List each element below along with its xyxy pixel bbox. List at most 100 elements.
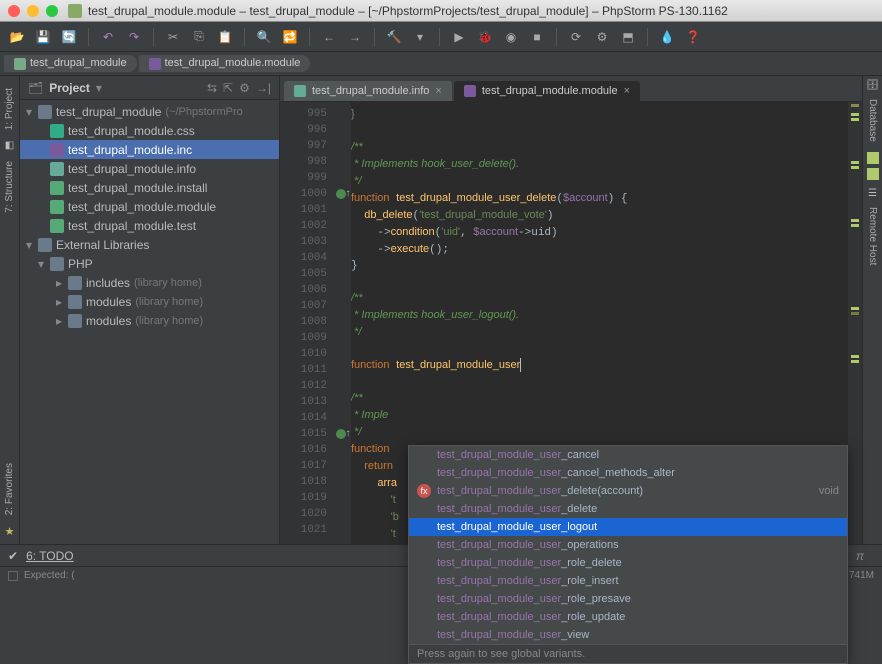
tool-todo[interactable]: 6: TODO [26, 549, 74, 563]
tool-remote-host[interactable]: Remote Host [865, 199, 880, 273]
coverage-button[interactable]: ◉ [500, 26, 522, 48]
help-button[interactable]: ❓ [682, 26, 704, 48]
undo-button[interactable]: ↶ [97, 26, 119, 48]
cut-button[interactable]: ✂ [162, 26, 184, 48]
todo-icon: ✔ [8, 549, 18, 563]
tree-node[interactable]: test_drupal_module.install [20, 178, 279, 197]
tree-label: test_drupal_module [56, 105, 161, 119]
tree-node[interactable]: ▾ test_drupal_module (~/PhpstormPro [20, 102, 279, 121]
tool-database[interactable]: Database [865, 91, 880, 150]
tool-structure[interactable]: 7: Structure [2, 153, 17, 221]
hide-icon[interactable]: →| [256, 81, 271, 95]
disclosure-arrow-icon[interactable]: ▾ [24, 105, 34, 119]
main-area: 1: Project ◧ 7: Structure 2: Favorites ★… [0, 76, 882, 544]
minimize-window-icon[interactable] [27, 5, 39, 17]
database-icon: 🗄 [866, 80, 879, 91]
zoom-window-icon[interactable] [46, 5, 58, 17]
titlebar: test_drupal_module.module – test_drupal_… [0, 0, 882, 22]
css-icon [50, 124, 64, 138]
collapse-icon[interactable]: ⇱ [223, 81, 233, 95]
autocomplete-item[interactable]: test_drupal_module_user_role_presave [409, 590, 847, 608]
line-number-gutter[interactable]: 995 996 997 998 999 1000 1001 1002 1003 … [280, 102, 335, 544]
mod-icon [50, 200, 64, 214]
autocomplete-item[interactable]: test_drupal_module_user_role_update [409, 608, 847, 626]
disclosure-arrow-icon[interactable]: ▸ [54, 276, 64, 290]
project-tree[interactable]: ▾ test_drupal_module (~/PhpstormPro test_d… [20, 100, 279, 544]
tab-module[interactable]: test_drupal_module.module× [454, 81, 640, 101]
sync-project-button[interactable]: ⟳ [565, 26, 587, 48]
autocomplete-item[interactable]: test_drupal_module_user_view [409, 626, 847, 644]
drupal-button[interactable]: 💧 [656, 26, 678, 48]
close-tab-icon[interactable]: × [624, 85, 630, 97]
tree-node[interactable]: ▾External Libraries [20, 235, 279, 254]
redo-button[interactable]: ↷ [123, 26, 145, 48]
project-structure-button[interactable]: ⚙ [591, 26, 613, 48]
open-file-button[interactable]: 📂 [6, 26, 28, 48]
tree-node[interactable]: test_drupal_module.test [20, 216, 279, 235]
autocomplete-popup: test_drupal_module_user_canceltest_drupa… [408, 445, 848, 664]
run-config-dropdown[interactable]: ▾ [409, 26, 431, 48]
breadcrumb[interactable]: test_drupal_module.module [139, 55, 311, 71]
disclosure-arrow-icon[interactable]: ▸ [54, 314, 64, 328]
tree-node[interactable]: test_drupal_module.module [20, 197, 279, 216]
save-button[interactable]: 💾 [32, 26, 54, 48]
status-indicator-icon[interactable] [8, 571, 18, 581]
gutter-markers[interactable]: ↑↑ [335, 102, 351, 544]
autocomplete-item[interactable]: fxtest_drupal_module_user_delete(account… [409, 482, 847, 500]
disclosure-arrow-icon[interactable]: ▸ [54, 295, 64, 309]
suggestion-icon [417, 538, 431, 552]
project-title: Project [49, 81, 90, 95]
info-icon [50, 162, 64, 176]
tree-node[interactable]: test_drupal_module.inc [20, 140, 279, 159]
stop-button[interactable]: ■ [526, 26, 548, 48]
copy-button[interactable]: ⎘ [188, 26, 210, 48]
autocomplete-item[interactable]: test_drupal_module_user_logout [409, 518, 847, 536]
back-button[interactable]: ← [318, 26, 340, 48]
pi-icon[interactable]: π [856, 549, 874, 563]
debug-button[interactable]: 🐞 [474, 26, 496, 48]
close-window-icon[interactable] [8, 5, 20, 17]
gear-icon[interactable]: ⚙ [239, 81, 250, 95]
tool-favorites[interactable]: 2: Favorites [2, 455, 17, 523]
build-button[interactable]: 🔨 [383, 26, 405, 48]
scroll-from-source-icon[interactable]: ⇆ [207, 81, 217, 95]
find-button[interactable]: 🔍 [253, 26, 275, 48]
disclosure-arrow-icon[interactable]: ▾ [24, 238, 34, 252]
navigation-bar: test_drupal_module test_drupal_module.mo… [0, 52, 882, 76]
tree-node[interactable]: ▸includes (library home) [20, 273, 279, 292]
tree-node[interactable]: test_drupal_module.css [20, 121, 279, 140]
forward-button[interactable]: → [344, 26, 366, 48]
file-icon [68, 4, 82, 18]
autocomplete-item[interactable]: test_drupal_module_user_operations [409, 536, 847, 554]
disclosure-arrow-icon[interactable]: ▾ [36, 257, 46, 271]
replace-button[interactable]: 🔁 [279, 26, 301, 48]
paste-button[interactable]: 📋 [214, 26, 236, 48]
tree-dim: (~/PhpstormPro [165, 106, 242, 118]
tool-project[interactable]: 1: Project [2, 80, 17, 138]
close-tab-icon[interactable]: × [435, 85, 441, 97]
tree-node[interactable]: ▸modules (library home) [20, 311, 279, 330]
autocomplete-item[interactable]: test_drupal_module_user_role_delete [409, 554, 847, 572]
autocomplete-item[interactable]: test_drupal_module_user_role_insert [409, 572, 847, 590]
tree-dim: (library home) [134, 277, 202, 289]
suggestion-icon [417, 502, 431, 516]
sync-button[interactable]: 🔄 [58, 26, 80, 48]
suggestion-icon [417, 448, 431, 462]
tree-dim: (library home) [135, 296, 203, 308]
sdk-button[interactable]: ⬒ [617, 26, 639, 48]
tree-node[interactable]: test_drupal_module.info [20, 159, 279, 178]
tab-info[interactable]: test_drupal_module.info× [284, 81, 452, 101]
dropdown-icon[interactable]: ▾ [96, 81, 102, 95]
tree-label: test_drupal_module.info [68, 162, 196, 176]
autocomplete-item[interactable]: test_drupal_module_user_cancel [409, 446, 847, 464]
tree-dim: (library home) [135, 315, 203, 327]
tree-node[interactable]: ▸modules (library home) [20, 292, 279, 311]
run-button[interactable]: ▶ [448, 26, 470, 48]
breadcrumb[interactable]: test_drupal_module [4, 55, 137, 71]
autocomplete-item[interactable]: test_drupal_module_user_cancel_methods_a… [409, 464, 847, 482]
star-icon: ★ [5, 525, 15, 538]
editor-error-stripe[interactable] [848, 102, 862, 544]
tree-node[interactable]: ▾PHP [20, 254, 279, 273]
autocomplete-item[interactable]: test_drupal_module_user_delete [409, 500, 847, 518]
tree-label: test_drupal_module.install [68, 181, 207, 195]
